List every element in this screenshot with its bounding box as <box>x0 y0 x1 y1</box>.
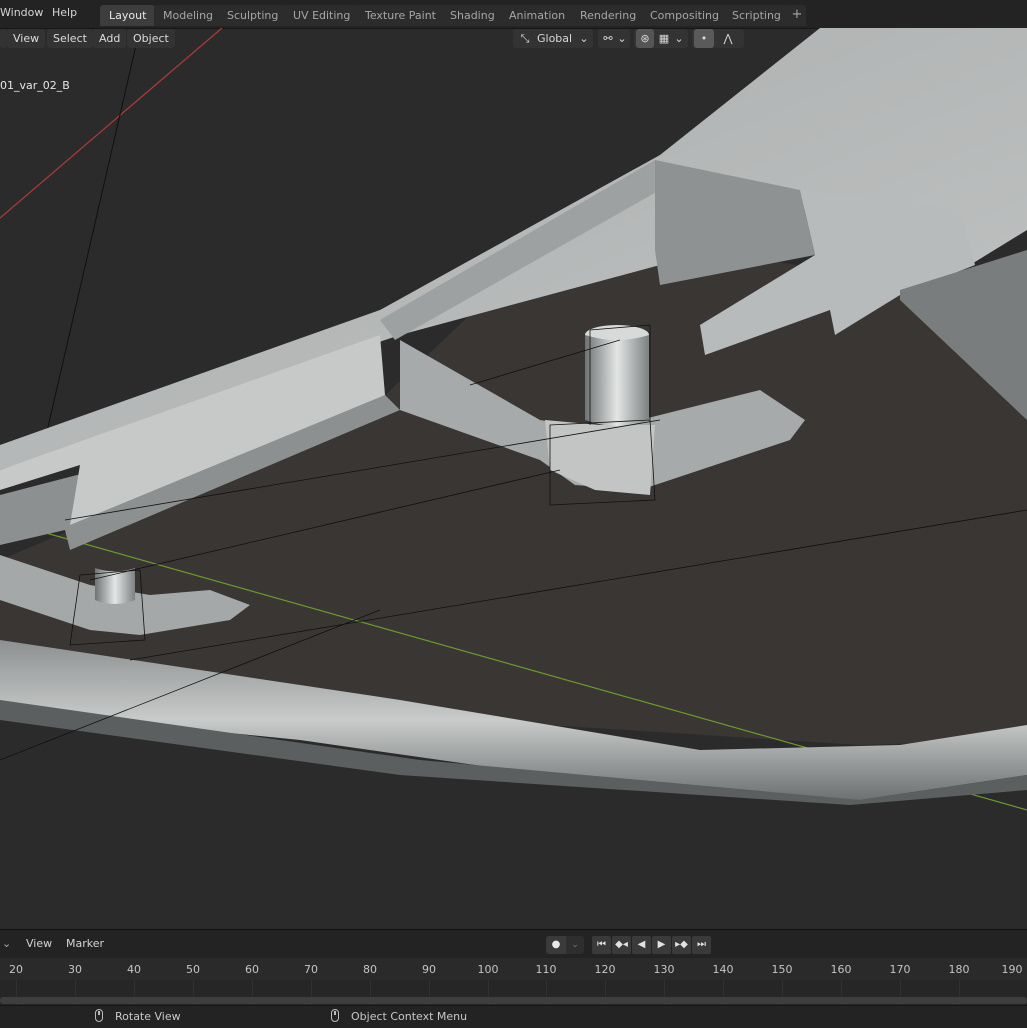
frame-tick: 70 <box>304 963 318 976</box>
tab-animation[interactable]: Animation <box>500 5 575 26</box>
timeline-menu-view[interactable]: View <box>26 937 52 950</box>
tab-sculpting[interactable]: Sculpting <box>218 5 288 26</box>
x-axis-line <box>0 28 223 219</box>
prev-keyframe-icon[interactable]: ◆◂ <box>612 936 631 954</box>
proportional-edit-icon[interactable]: • <box>694 29 714 48</box>
tab-texture-paint[interactable]: Texture Paint <box>356 5 445 26</box>
frame-tick: 130 <box>653 963 675 976</box>
transform-orientation-dropdown[interactable]: ⤡ Global ⌄ <box>513 29 593 48</box>
status-hint-context-menu: Object Context Menu <box>351 1010 468 1023</box>
timeline-editor[interactable]: ⌄ View Marker ● ⌄ ⏮ ◆◂ ◀ ▶ ▸◆ ⏭ 20 30 40… <box>0 929 1027 1006</box>
frame-tick: 20 <box>9 963 23 976</box>
tab-compositing[interactable]: Compositing <box>641 5 728 26</box>
menu-object[interactable]: Object <box>127 29 175 48</box>
timeline-header: ⌄ View Marker ● ⌄ ⏮ ◆◂ ◀ ▶ ▸◆ ⏭ <box>0 930 1027 958</box>
snap-group[interactable]: ⊛ ▦ ⌄ <box>634 29 688 48</box>
orientation-label: Global <box>537 32 573 45</box>
menu-window[interactable]: Window <box>0 6 43 19</box>
chevron-down-icon: ⌄ <box>579 32 589 45</box>
editor-type-chevron-icon[interactable]: ⌄ <box>2 937 11 950</box>
frame-ruler[interactable]: 20 30 40 50 60 70 80 90 100 110 120 130 … <box>0 958 1027 980</box>
tab-layout[interactable]: Layout <box>100 5 156 26</box>
frame-tick: 140 <box>712 963 734 976</box>
frame-tick: 170 <box>889 963 911 976</box>
frame-tick: 80 <box>363 963 377 976</box>
add-workspace-button[interactable]: + <box>788 5 806 26</box>
snap-toggle-icon[interactable]: ⊛ <box>636 29 654 48</box>
timeline-menu-marker[interactable]: Marker <box>66 937 104 950</box>
play-icon[interactable]: ▶ <box>652 936 671 954</box>
frame-tick: 100 <box>477 963 499 976</box>
cylinder-body <box>585 335 649 426</box>
pivot-point-dropdown[interactable]: ⚯ ⌄ <box>598 29 630 48</box>
status-hint-rotate: Rotate View <box>115 1010 181 1023</box>
record-icon[interactable]: ● <box>546 936 566 954</box>
active-object-name: 01_var_02_B <box>0 79 70 92</box>
tab-modeling[interactable]: Modeling <box>154 5 223 26</box>
frame-tick: 110 <box>535 963 557 976</box>
menu-select[interactable]: Select <box>47 29 93 48</box>
menu-help[interactable]: Help <box>52 6 77 19</box>
proportional-edit-group[interactable]: • ⋀ <box>692 29 744 48</box>
frame-tick: 190 <box>1001 963 1023 976</box>
tab-rendering[interactable]: Rendering <box>571 5 646 26</box>
mouse-right-icon <box>331 1009 339 1022</box>
menu-add[interactable]: Add <box>93 29 127 48</box>
frame-tick: 60 <box>245 963 259 976</box>
tab-shading[interactable]: Shading <box>441 5 504 26</box>
auto-key-chevron-icon[interactable]: ⌄ <box>566 936 584 954</box>
frame-tick: 90 <box>422 963 436 976</box>
timeline-scrollbar[interactable] <box>0 997 1027 1004</box>
jump-start-icon[interactable]: ⏮ <box>592 936 611 954</box>
frame-tick: 150 <box>771 963 793 976</box>
next-keyframe-icon[interactable]: ▸◆ <box>672 936 691 954</box>
jump-end-icon[interactable]: ⏭ <box>692 936 711 954</box>
frame-tick: 40 <box>127 963 141 976</box>
status-bar: Rotate View Object Context Menu <box>0 1005 1027 1028</box>
play-reverse-icon[interactable]: ◀ <box>632 936 651 954</box>
viewport-scene <box>0 28 1027 811</box>
timeline-track-area[interactable] <box>0 980 1027 1006</box>
frame-tick: 30 <box>68 963 82 976</box>
frame-tick: 180 <box>948 963 970 976</box>
editor-type-button[interactable] <box>0 29 7 48</box>
snap-icon[interactable]: ▦ <box>656 29 672 48</box>
tab-scripting[interactable]: Scripting <box>723 5 790 26</box>
tab-uv-editing[interactable]: UV Editing <box>284 5 360 26</box>
chevron-down-icon: ⌄ <box>674 32 684 45</box>
orientation-icon: ⤡ <box>520 32 530 45</box>
frame-tick: 50 <box>186 963 200 976</box>
3d-viewport[interactable] <box>0 28 1027 929</box>
frame-tick: 160 <box>830 963 852 976</box>
top-menu-bar: Window Help Layout Modeling Sculpting UV… <box>0 0 1027 29</box>
falloff-curve-icon[interactable]: ⋀ <box>716 29 740 48</box>
mouse-middle-icon <box>95 1009 103 1022</box>
viewport-header: View Select Add Object ⤡ Global ⌄ ⚯ ⌄ ⊛ … <box>0 28 1027 50</box>
menu-view[interactable]: View <box>7 29 46 48</box>
frame-tick: 120 <box>594 963 616 976</box>
chevron-down-icon: ⌄ <box>617 32 627 45</box>
pivot-icon: ⚯ <box>603 32 613 45</box>
